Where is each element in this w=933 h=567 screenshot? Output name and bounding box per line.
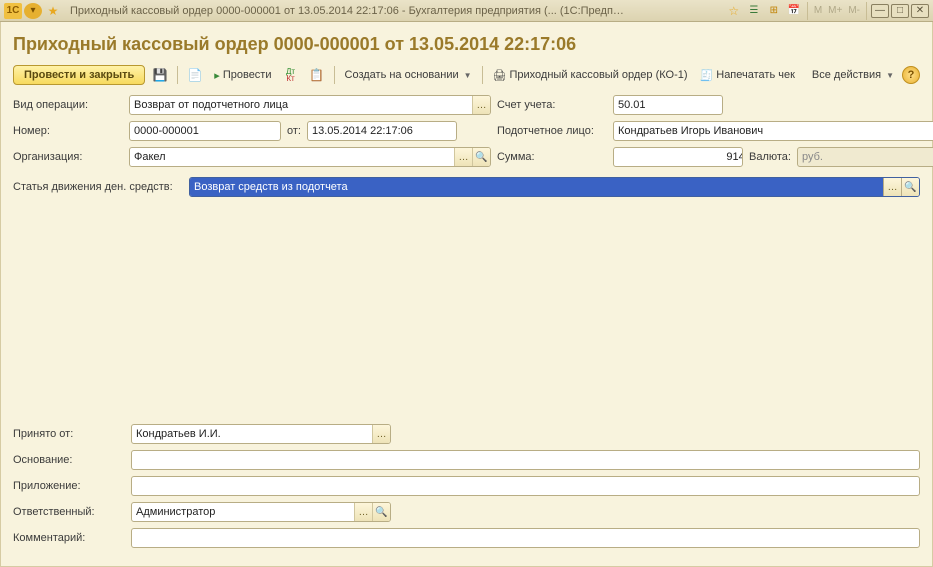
attach-field[interactable] [131,476,920,496]
mem-mplus[interactable]: M+ [826,5,844,16]
org-field[interactable]: … 🔍 [129,147,491,167]
printer-icon: 🖨 [493,69,507,82]
org-input[interactable] [130,148,454,166]
mem-m[interactable]: M [812,5,824,16]
submit-and-close-button[interactable]: Провести и закрыть [13,65,145,85]
dds-label: Статья движения ден. средств: [13,181,183,193]
nav-back-icon[interactable]: ▾ [24,3,42,19]
currency-input [798,148,933,166]
receipt-icon: 🧾 [700,69,714,82]
mem-mminus[interactable]: M- [846,5,862,16]
basis-label: Основание: [13,454,123,466]
currency-label: Валюта: [749,151,791,163]
chevron-down-icon: ▼ [886,71,894,80]
save-icon[interactable]: 💾 [149,65,171,85]
create-based-button[interactable]: Создать на основании ▼ [341,67,476,83]
account-input[interactable] [614,96,723,114]
attach-input[interactable] [132,477,919,495]
date-prefix-label: от: [287,125,301,137]
calculator-icon[interactable]: ⊞ [765,3,783,19]
ellipsis-icon[interactable]: … [883,178,901,196]
dtkt-icon[interactable]: ДтКт [280,65,302,85]
print-ko1-button[interactable]: 🖨 Приходный кассовый ордер (КО-1) [489,67,692,84]
search-icon[interactable]: 🔍 [372,503,390,521]
account-field[interactable]: … 🔍 [613,95,723,115]
number-input[interactable] [130,122,280,140]
responsible-field[interactable]: … 🔍 [131,502,391,522]
basis-field[interactable] [131,450,920,470]
comment-label: Комментарий: [13,532,123,544]
dds-value[interactable]: Возврат средств из подотчета [190,178,883,196]
op-type-input[interactable] [130,96,472,114]
sum-label: Сумма: [497,151,607,163]
ellipsis-icon[interactable]: … [372,425,390,443]
ellipsis-icon[interactable]: … [454,148,472,166]
dds-row: Статья движения ден. средств: Возврат ср… [13,177,920,197]
date-field[interactable]: 📅 [307,121,457,141]
basis-input[interactable] [132,451,919,469]
currency-field: … 🔍 [797,147,933,167]
submit-button[interactable]: ▸ Провести [210,67,275,84]
calendar-icon[interactable]: 📅 [785,3,803,19]
responsible-label: Ответственный: [13,506,123,518]
ellipsis-icon[interactable]: … [354,503,372,521]
all-actions-button[interactable]: Все действия ▼ [808,67,898,83]
close-icon[interactable]: ✕ [911,4,929,18]
search-icon[interactable]: 🔍 [901,178,919,196]
print-check-button[interactable]: 🧾 Напечатать чек [696,67,799,84]
maximize-icon[interactable]: □ [891,4,909,18]
bottom-form: Принято от: … Основание: Приложение: Отв… [13,424,920,554]
date-input[interactable] [308,122,457,140]
search-icon[interactable]: 🔍 [472,148,490,166]
op-type-label: Вид операции: [13,99,123,111]
minimize-icon[interactable]: — [871,4,889,18]
window-title: Приходный кассовый ордер 0000-000001 от … [70,5,630,17]
favorite2-icon[interactable]: ☆ [725,3,743,19]
responsible-input[interactable] [132,503,354,521]
received-input[interactable] [132,425,372,443]
received-label: Принято от: [13,428,123,440]
sum-input[interactable] [614,148,743,166]
titlebar: 1C ▾ ★ Приходный кассовый ордер 0000-000… [0,0,933,22]
document-icon[interactable]: 📋 [306,65,328,85]
favorite-star-icon[interactable]: ★ [44,3,62,19]
comment-input[interactable] [132,529,919,547]
op-type-field[interactable]: … [129,95,491,115]
load-icon[interactable]: 📄 [184,65,206,85]
toolbar: Провести и закрыть 💾 📄 ▸ Провести ДтКт 📋… [13,65,920,85]
person-input[interactable] [614,122,933,140]
nav-list-icon[interactable]: ☰ [745,3,763,19]
chevron-down-icon: ▼ [464,71,472,80]
form-grid: Вид операции: … Счет учета: … 🔍 Номер: о… [13,95,920,167]
ellipsis-icon[interactable]: … [472,96,490,114]
sum-field[interactable]: ⊞ [613,147,743,167]
dds-field[interactable]: Возврат средств из подотчета … 🔍 [189,177,920,197]
attach-label: Приложение: [13,480,123,492]
received-field[interactable]: … [131,424,391,444]
submit-play-icon: ▸ [214,69,220,82]
org-label: Организация: [13,151,123,163]
account-label: Счет учета: [497,99,607,111]
comment-field[interactable] [131,528,920,548]
page-title: Приходный кассовый ордер 0000-000001 от … [13,34,920,55]
number-field[interactable] [129,121,281,141]
person-label: Подотчетное лицо: [497,125,607,137]
content-area: Приходный кассовый ордер 0000-000001 от … [0,22,933,567]
number-label: Номер: [13,125,123,137]
help-icon[interactable]: ? [902,66,920,84]
person-field[interactable]: … 🔍 [613,121,933,141]
app-logo-icon[interactable]: 1C [4,3,22,19]
